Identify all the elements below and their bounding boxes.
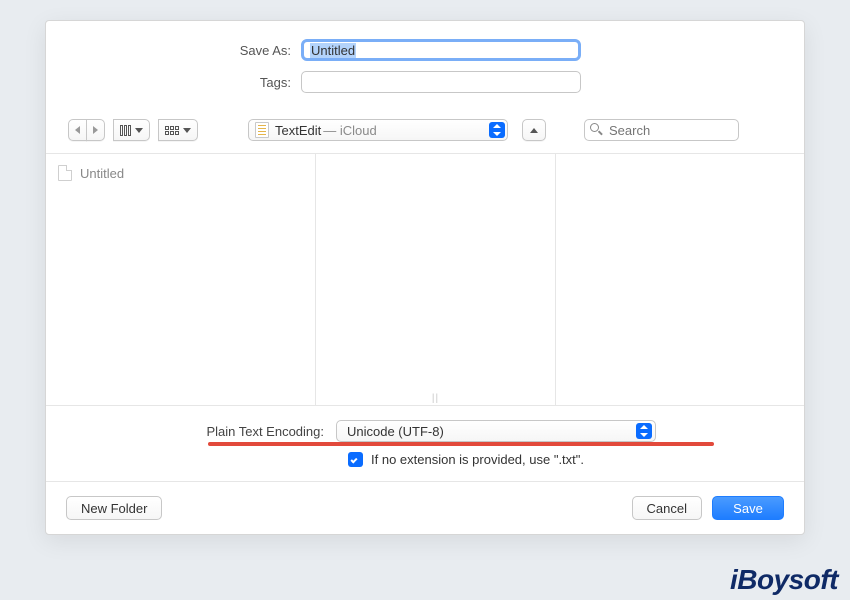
options: Plain Text Encoding: Unicode (UTF-8) If …: [46, 405, 804, 481]
columns-icon: [120, 125, 131, 136]
chevron-up-icon: [530, 128, 538, 133]
location-primary: TextEdit: [275, 123, 321, 138]
save-as-label: Save As:: [86, 43, 301, 58]
browser-col-1[interactable]: Untitled: [46, 154, 316, 405]
chevron-down-icon: [183, 128, 191, 133]
list-item[interactable]: Untitled: [56, 162, 305, 184]
stepper-icon: [489, 122, 505, 138]
encoding-label: Plain Text Encoding:: [86, 424, 336, 439]
top-fields: Save As: Untitled Tags:: [46, 21, 804, 111]
encoding-popup[interactable]: Unicode (UTF-8): [336, 420, 656, 442]
group-switcher: [158, 119, 198, 141]
stepper-icon: [636, 423, 652, 439]
document-icon: [58, 165, 72, 181]
file-name: Untitled: [80, 166, 124, 181]
back-button[interactable]: [68, 119, 87, 141]
browser-col-2[interactable]: ||: [316, 154, 556, 405]
columns-view-button[interactable]: [113, 119, 150, 141]
cancel-button[interactable]: Cancel: [632, 496, 702, 520]
new-folder-button[interactable]: New Folder: [66, 496, 162, 520]
search-icon: [590, 123, 603, 136]
browser-col-3[interactable]: [556, 154, 804, 405]
file-browser: Untitled ||: [46, 153, 804, 405]
tags-input[interactable]: [301, 71, 581, 93]
footer: New Folder Cancel Save: [46, 481, 804, 534]
chevron-down-icon: [135, 128, 143, 133]
save-as-value: Untitled: [310, 43, 356, 58]
extension-checkbox[interactable]: [348, 452, 363, 467]
tags-label: Tags:: [86, 75, 301, 90]
brand-logo: iBoysoft: [730, 564, 838, 596]
extension-checkbox-label: If no extension is provided, use ".txt".: [371, 452, 584, 467]
chevron-left-icon: [75, 126, 80, 134]
location-popup[interactable]: TextEdit — iCloud: [248, 119, 508, 141]
search-input[interactable]: [584, 119, 739, 141]
toolbar: TextEdit — iCloud: [46, 111, 804, 153]
grid-view-button[interactable]: [158, 119, 198, 141]
textedit-icon: [255, 122, 269, 138]
save-dialog: Save As: Untitled Tags:: [45, 20, 805, 535]
save-as-input[interactable]: Untitled: [301, 39, 581, 61]
annotation-underline: [208, 442, 714, 446]
save-button[interactable]: Save: [712, 496, 784, 520]
view-switcher: [113, 119, 150, 141]
search-wrap: [584, 119, 739, 141]
collapse-button[interactable]: [522, 119, 546, 141]
nav-back-forward: [68, 119, 105, 141]
forward-button[interactable]: [86, 119, 105, 141]
encoding-value: Unicode (UTF-8): [347, 424, 444, 439]
split-handle-icon[interactable]: ||: [432, 393, 439, 404]
location-secondary: — iCloud: [323, 123, 376, 138]
grid-icon: [165, 126, 179, 135]
chevron-right-icon: [93, 126, 98, 134]
